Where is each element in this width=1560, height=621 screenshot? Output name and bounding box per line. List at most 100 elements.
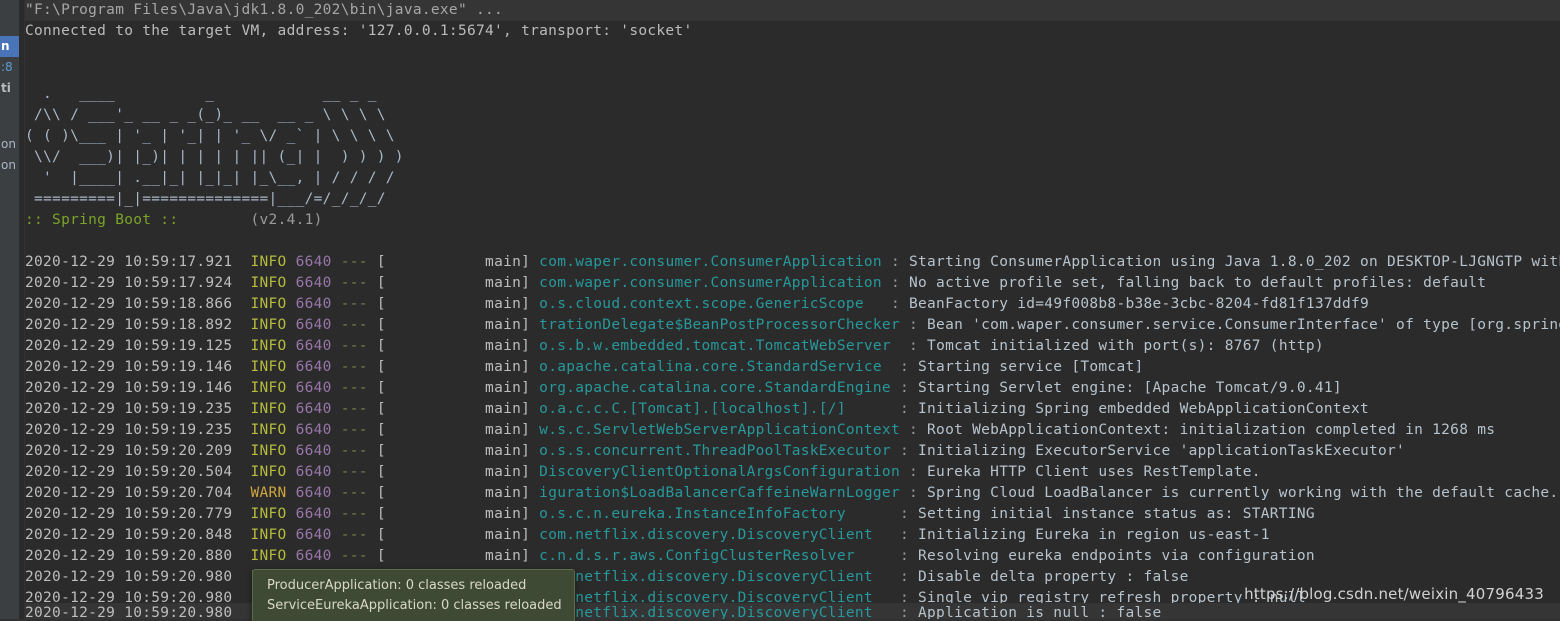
- log-line[interactable]: 2020-12-29 10:59:19.125 INFO 6640 --- [ …: [25, 336, 1560, 357]
- log-line[interactable]: 2020-12-29 10:59:20.504 INFO 6640 --- [ …: [25, 462, 1560, 483]
- banner-line-2: ( ( )\___ | '_ | '_| | '_ \/ _` | \ \ \ …: [25, 128, 395, 144]
- log-level: INFO: [250, 548, 296, 564]
- log-level: INFO: [250, 401, 296, 417]
- log-line[interactable]: 2020-12-29 10:59:19.146 INFO 6640 --- [ …: [25, 357, 1560, 378]
- spring-banner-row-2: ( ( )\___ | '_ | '_| | '_ \/ _` | \ \ \ …: [25, 126, 1560, 147]
- log-timestamp: 2020-12-29 10:59:20.980: [25, 569, 251, 585]
- log-message: Starting ConsumerApplication using Java …: [909, 254, 1560, 270]
- peek-row-port[interactable]: :8: [0, 57, 19, 78]
- log-logger-name: com.netflix.discovery.DiscoveryClient: [539, 527, 900, 543]
- log-pid: 6640: [295, 548, 341, 564]
- log-pid: 6640: [295, 464, 341, 480]
- log-line[interactable]: 2020-12-29 10:59:17.924 INFO 6640 --- [ …: [25, 273, 1560, 294]
- log-separator-dashes: ---: [340, 548, 377, 564]
- log-separator-dashes: ---: [340, 443, 377, 459]
- log-message: Bean 'com.waper.consumer.service.Consume…: [927, 317, 1560, 333]
- log-logger-name: o.s.b.w.embedded.tomcat.TomcatWebServer: [539, 338, 891, 354]
- log-line[interactable]: 2020-12-29 10:59:20.209 INFO 6640 --- [ …: [25, 441, 1560, 462]
- log-line[interactable]: 2020-12-29 10:59:19.235 INFO 6640 --- [ …: [25, 420, 1560, 441]
- log-pid: 6640: [295, 527, 341, 543]
- log-line[interactable]: 2020-12-29 10:59:19.146 INFO 6640 --- [ …: [25, 378, 1560, 399]
- log-logger-name: o.a.c.c.C.[Tomcat].[localhost].[/]: [539, 401, 900, 417]
- log-message: Setting initial instance status as: STAR…: [918, 506, 1315, 522]
- peek-row-on-2[interactable]: on: [0, 155, 19, 176]
- run-console-window: n :8 ti on on "F:\Program Files\Java\jdk…: [0, 0, 1560, 621]
- console-output[interactable]: "F:\Program Files\Java\jdk1.8.0_202\bin\…: [25, 0, 1560, 621]
- left-tool-window-peek[interactable]: n :8 ti on on: [0, 0, 19, 621]
- log-logger-name: org.apache.catalina.core.StandardEngine: [539, 380, 900, 396]
- log-timestamp: 2020-12-29 10:59:20.704: [25, 485, 251, 501]
- log-timestamp: 2020-12-29 10:59:20.209: [25, 443, 251, 459]
- tooltip-arrow-icon: [380, 614, 404, 621]
- log-timestamp: 2020-12-29 10:59:19.146: [25, 380, 251, 396]
- banner-line-3: \\/ ___)| |_)| | | | | || (_| | ) ) ) ): [25, 149, 404, 165]
- log-line[interactable]: 2020-12-29 10:59:20.848 INFO 6640 --- [ …: [25, 525, 1560, 546]
- log-logger-name: o.s.c.n.eureka.InstanceInfoFactory: [539, 506, 900, 522]
- log-line[interactable]: 2020-12-29 10:59:17.921 INFO 6640 --- [ …: [25, 252, 1560, 273]
- log-thread: [ main]: [376, 422, 540, 438]
- peek-row-ti[interactable]: ti: [0, 78, 19, 99]
- log-separator-dashes: ---: [340, 506, 377, 522]
- log-message: Initializing Eureka in region us-east-1: [918, 527, 1270, 543]
- log-level: INFO: [250, 380, 296, 396]
- log-pid: 6640: [295, 401, 341, 417]
- log-level: INFO: [250, 317, 296, 333]
- log-colon-separator: :: [890, 338, 928, 354]
- log-line[interactable]: 2020-12-29 10:59:18.866 INFO 6640 --- [ …: [25, 294, 1560, 315]
- log-logger-name: trationDelegate$BeanPostProcessorChecker: [539, 317, 900, 333]
- log-colon-separator: :: [899, 485, 928, 501]
- log-level: INFO: [250, 296, 296, 312]
- log-colon-separator: :: [899, 548, 919, 564]
- log-thread: [ main]: [376, 275, 540, 291]
- log-separator-dashes: ---: [340, 359, 377, 375]
- log-timestamp: 2020-12-29 10:59:20.504: [25, 464, 251, 480]
- peek-row-on-1[interactable]: on: [0, 134, 19, 155]
- tooltip-line-service-eureka: ServiceEurekaApplication: 0 classes relo…: [267, 598, 562, 613]
- log-colon-separator: :: [899, 443, 919, 459]
- console-connected-line: Connected to the target VM, address: '12…: [25, 21, 1560, 42]
- log-colon-separator: :: [899, 527, 919, 543]
- log-level: INFO: [250, 527, 296, 543]
- log-pid: 6640: [295, 317, 341, 333]
- spring-banner-row-3: \\/ ___)| |_)| | | | | || (_| | ) ) ) ): [25, 147, 1560, 168]
- log-line[interactable]: 2020-12-29 10:59:20.704 WARN 6640 --- [ …: [25, 483, 1560, 504]
- log-separator-dashes: ---: [340, 275, 377, 291]
- log-separator-dashes: ---: [340, 338, 377, 354]
- peek-row-selected[interactable]: n: [0, 36, 19, 57]
- log-thread: [ main]: [376, 548, 540, 564]
- tool-window-divider[interactable]: [19, 0, 25, 621]
- log-separator-dashes: ---: [340, 380, 377, 396]
- log-level: WARN: [250, 485, 296, 501]
- log-line[interactable]: 2020-12-29 10:59:20.779 INFO 6640 --- [ …: [25, 504, 1560, 525]
- banner-line-5: =========|_|==============|___/=/_/_/_/: [25, 191, 386, 207]
- log-colon-separator: :: [890, 254, 909, 270]
- log-level: INFO: [250, 254, 296, 270]
- log-timestamp: 2020-12-29 10:59:19.235: [25, 422, 251, 438]
- log-message: Disable delta property : false: [918, 569, 1189, 585]
- log-timestamp: 2020-12-29 10:59:19.125: [25, 338, 251, 354]
- log-thread: [ main]: [376, 380, 540, 396]
- spring-banner-row-4: ' |____| .__|_| |_|_| |_\__, | / / / /: [25, 168, 1560, 189]
- tooltip-line-producer: ProducerApplication: 0 classes reloaded: [267, 578, 527, 593]
- classes-reloaded-tooltip: ProducerApplication: 0 classes reloaded …: [252, 569, 575, 621]
- log-level: INFO: [250, 422, 296, 438]
- log-message: Starting service [Tomcat]: [918, 359, 1144, 375]
- banner-line-1: /\\ / ___'_ __ _ _(_)_ __ __ _ \ \ \ \: [25, 107, 386, 123]
- log-colon-separator: :: [899, 506, 919, 522]
- log-logger-name: o.s.cloud.context.scope.GenericScope: [539, 296, 891, 312]
- log-pid: 6640: [295, 380, 341, 396]
- log-separator-dashes: ---: [340, 485, 377, 501]
- log-pid: 6640: [295, 485, 341, 501]
- log-pid: 6640: [295, 443, 341, 459]
- log-separator-dashes: ---: [340, 527, 377, 543]
- log-line[interactable]: 2020-12-29 10:59:18.892 INFO 6640 --- [ …: [25, 315, 1560, 336]
- log-logger-name: o.s.s.concurrent.ThreadPoolTaskExecutor: [539, 443, 900, 459]
- log-pid: 6640: [295, 359, 341, 375]
- log-thread: [ main]: [376, 296, 540, 312]
- log-line[interactable]: 2020-12-29 10:59:20.880 INFO 6640 --- [ …: [25, 546, 1560, 567]
- log-timestamp: 2020-12-29 10:59:19.235: [25, 401, 251, 417]
- log-line[interactable]: 2020-12-29 10:59:19.235 INFO 6640 --- [ …: [25, 399, 1560, 420]
- log-level: INFO: [250, 506, 296, 522]
